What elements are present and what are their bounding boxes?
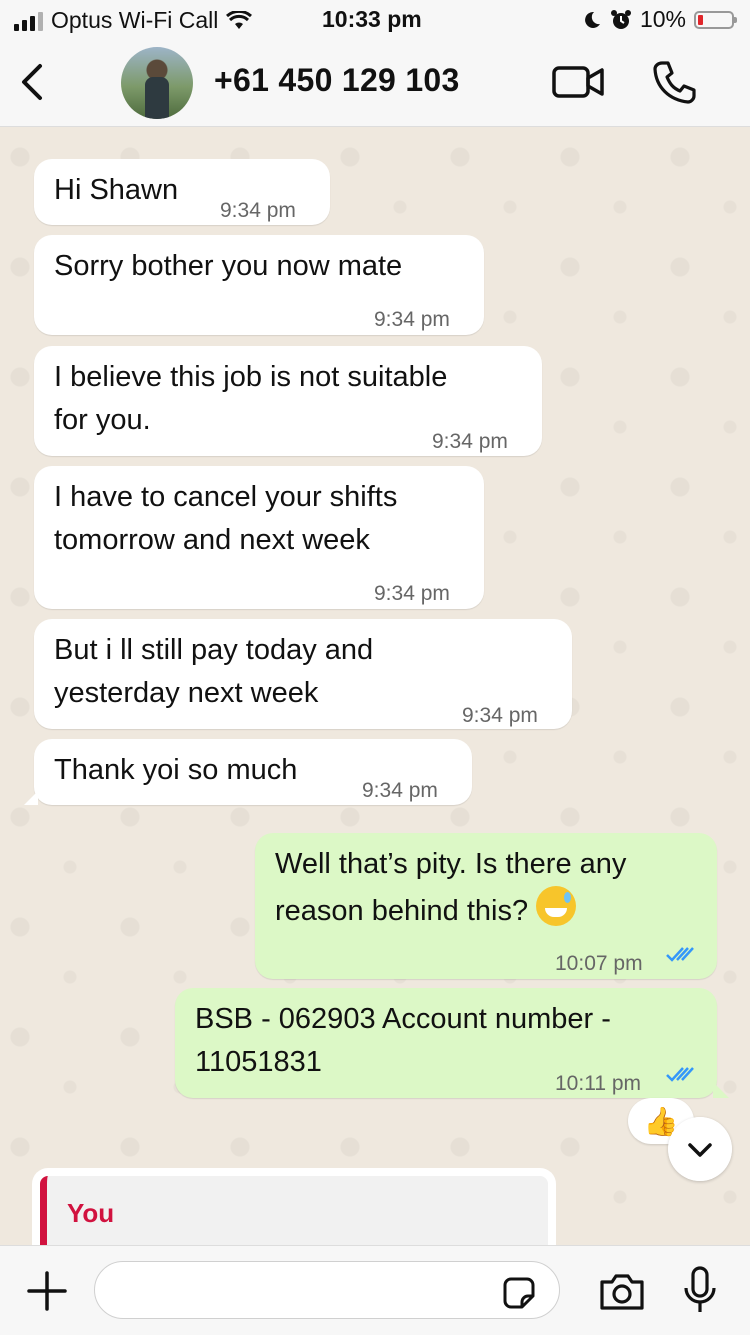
message-bubble[interactable]: BSB - 062903 Account number - 11051831 1… [175, 988, 729, 1098]
signal-icon [14, 11, 43, 31]
status-right: 10% [582, 6, 737, 33]
message-time: 10:11 pm [555, 1072, 641, 1095]
message-text: Hi Shawn [54, 174, 179, 206]
bubble-tail [24, 791, 38, 805]
status-left: Optus Wi-Fi Call [14, 7, 253, 34]
chat-header: +61 450 129 103 [0, 40, 750, 127]
wifi-icon [226, 10, 253, 29]
message-text: I believe this job is not suitable for y… [54, 361, 448, 436]
read-ticks-icon [666, 947, 694, 962]
status-time: 10:33 pm [322, 6, 422, 32]
message-bubble[interactable]: Well that’s pity. Is there any reason be… [255, 833, 717, 979]
scroll-down-button[interactable] [668, 1117, 732, 1181]
reply-sender: You [67, 1198, 115, 1228]
message-text: Sorry bother you now mate [54, 250, 403, 282]
sticker-icon[interactable] [502, 1276, 536, 1310]
message-time: 9:34 pm [374, 582, 450, 605]
quoted-message: You [40, 1176, 548, 1245]
message-time: 10:07 pm [555, 952, 643, 975]
carrier-label: Optus Wi-Fi Call [51, 7, 219, 33]
input-bar [0, 1245, 750, 1335]
message-time: 9:34 pm [432, 430, 508, 453]
message-text: I have to cancel your shifts tomorrow an… [54, 481, 398, 556]
plus-icon[interactable] [26, 1270, 68, 1312]
avatar[interactable] [121, 47, 193, 119]
message-input[interactable] [94, 1261, 560, 1319]
reply-preview[interactable]: You [32, 1168, 556, 1245]
microphone-icon[interactable] [682, 1266, 718, 1316]
back-chevron-icon[interactable] [18, 62, 48, 102]
message-text: Well that’s pity. Is there any reason be… [275, 843, 626, 933]
phone-icon[interactable] [652, 60, 696, 104]
message-time: 9:34 pm [220, 199, 296, 222]
camera-icon[interactable] [598, 1272, 646, 1312]
message-text: BSB - 062903 Account number - 11051831 [195, 1003, 611, 1078]
message-text: Thank yoi so much [54, 754, 298, 786]
message-text: But i ll still pay today and yesterday n… [54, 634, 374, 709]
read-ticks-icon [666, 1067, 694, 1082]
status-bar: Optus Wi-Fi Call 10:33 pm 10% [0, 0, 750, 40]
grinning-sweat-emoji [536, 886, 577, 926]
message-bubble[interactable]: I have to cancel your shifts tomorrow an… [34, 466, 484, 609]
message-bubble[interactable]: Sorry bother you now mate 9:34 pm [34, 235, 484, 335]
contact-name[interactable]: +61 450 129 103 [214, 62, 460, 99]
moon-icon [585, 11, 600, 28]
alarm-icon [610, 9, 631, 29]
message-bubble[interactable]: I believe this job is not suitable for y… [34, 346, 542, 456]
message-time: 9:34 pm [462, 704, 538, 727]
message-bubble[interactable]: Thank yoi so much 9:34 pm [24, 739, 472, 805]
video-call-icon[interactable] [552, 64, 604, 100]
chat-area[interactable]: Hi Shawn 9:34 pm Sorry bother you now ma… [0, 127, 750, 1245]
message-time: 9:34 pm [374, 308, 450, 331]
message-time: 9:34 pm [362, 779, 438, 802]
message-bubble[interactable]: But i ll still pay today and yesterday n… [34, 619, 572, 729]
message-bubble[interactable]: Hi Shawn 9:34 pm [34, 159, 330, 225]
battery-percent: 10% [639, 6, 686, 32]
bubble-tail [713, 1082, 729, 1098]
battery-icon [694, 10, 737, 29]
